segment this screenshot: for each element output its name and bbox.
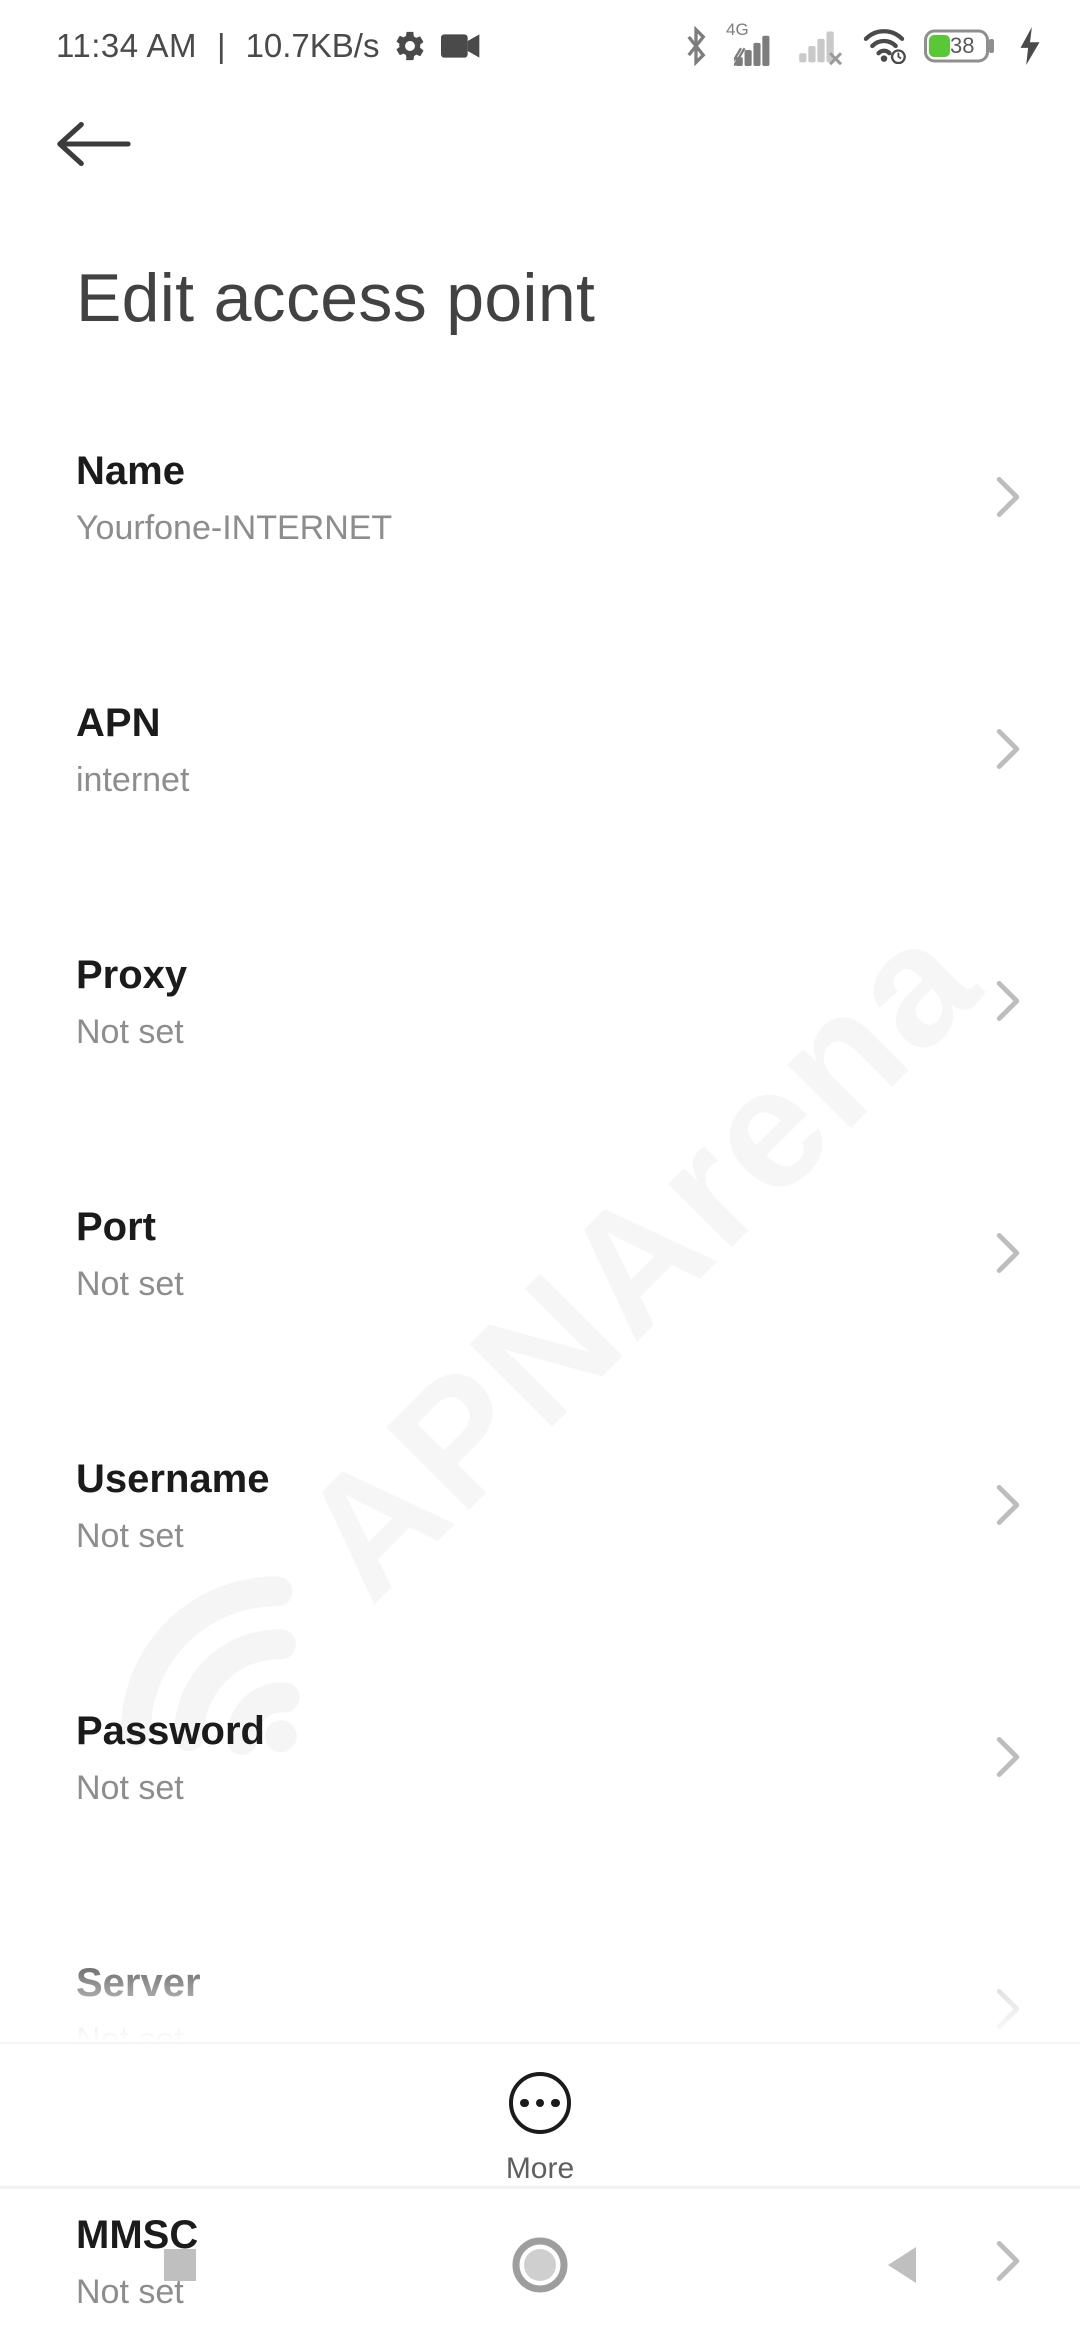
more-button[interactable]	[509, 2072, 571, 2134]
page-title: Edit access point	[76, 259, 1026, 337]
back-arrow-icon[interactable]	[54, 116, 132, 172]
row-label: Server	[76, 1959, 946, 2007]
row-label: APN	[76, 699, 946, 747]
battery-indicator: 38	[924, 27, 1002, 65]
gear-icon	[393, 29, 427, 63]
status-data-rate: 10.7KB/s	[246, 27, 380, 65]
status-time: 11:34 AM	[56, 27, 197, 65]
row-apn[interactable]: APN internet	[54, 659, 1026, 839]
chevron-right-icon	[994, 475, 1022, 519]
bluetooth-icon	[682, 26, 710, 66]
chevron-right-icon	[994, 1231, 1022, 1275]
row-name[interactable]: Name Yourfone-INTERNET	[54, 407, 1026, 587]
system-nav-bar	[0, 2186, 1080, 2340]
signal-sim2-icon	[798, 26, 844, 66]
row-password[interactable]: Password Not set	[54, 1667, 1026, 1847]
row-label: Name	[76, 447, 946, 495]
row-value: Not set	[76, 1517, 946, 1556]
row-proxy[interactable]: Proxy Not set	[54, 911, 1026, 1091]
nav-home-button[interactable]	[360, 2237, 720, 2293]
more-label: More	[506, 2152, 574, 2186]
nav-back-button[interactable]	[720, 2243, 1080, 2287]
wifi-icon	[862, 28, 906, 64]
charging-icon	[1020, 27, 1040, 65]
bottom-toolbar: More	[0, 2042, 1080, 2186]
camera-icon	[441, 32, 481, 60]
row-label: Username	[76, 1455, 946, 1503]
row-label: Port	[76, 1203, 946, 1251]
row-label: Password	[76, 1707, 946, 1755]
row-value: Not set	[76, 1769, 946, 1808]
row-username[interactable]: Username Not set	[54, 1415, 1026, 1595]
row-label: Proxy	[76, 951, 946, 999]
row-value: Not set	[76, 1265, 946, 1304]
row-value: Not set	[76, 1013, 946, 1052]
chevron-right-icon	[994, 1483, 1022, 1527]
chevron-right-icon	[994, 1735, 1022, 1779]
chevron-right-icon	[994, 1987, 1022, 2031]
status-bar: 11:34 AM | 10.7KB/s 4G 38	[0, 0, 1080, 92]
chevron-right-icon	[994, 979, 1022, 1023]
nav-recent-button[interactable]	[0, 2245, 360, 2285]
signal-sim1-icon	[734, 34, 780, 66]
row-port[interactable]: Port Not set	[54, 1163, 1026, 1343]
chevron-right-icon	[994, 727, 1022, 771]
row-value: internet	[76, 761, 946, 800]
row-value: Yourfone-INTERNET	[76, 509, 946, 548]
